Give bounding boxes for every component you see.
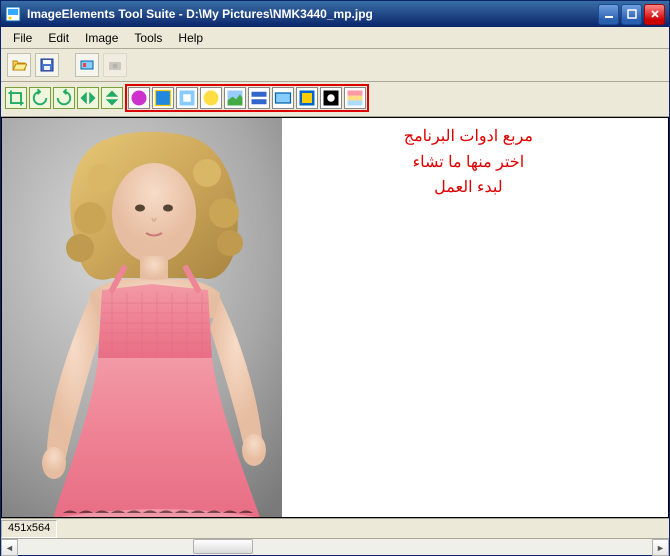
menu-edit[interactable]: Edit (40, 29, 77, 47)
camera-button (103, 53, 127, 77)
menu-image[interactable]: Image (77, 29, 126, 47)
window-controls (598, 4, 665, 25)
menu-help[interactable]: Help (170, 29, 211, 47)
effect-4-button[interactable] (200, 87, 222, 109)
effect-3-button[interactable] (176, 87, 198, 109)
app-icon (5, 6, 21, 22)
save-button[interactable] (35, 53, 59, 77)
scroll-thumb[interactable] (193, 539, 253, 554)
process-button[interactable] (75, 53, 99, 77)
effect-2-button[interactable] (152, 87, 174, 109)
application-window: ImageElements Tool Suite - D:\My Picture… (0, 0, 670, 556)
effect-6-button[interactable] (248, 87, 270, 109)
close-button[interactable] (644, 4, 665, 25)
effect-7-button[interactable] (272, 87, 294, 109)
horizontal-scrollbar[interactable]: ◄ ► (1, 538, 669, 555)
minimize-button[interactable] (598, 4, 619, 25)
menu-file[interactable]: File (5, 29, 40, 47)
menubar: File Edit Image Tools Help (1, 27, 669, 49)
toolbar-separator (63, 53, 71, 77)
rotate-left-button[interactable] (29, 87, 51, 109)
titlebar: ImageElements Tool Suite - D:\My Picture… (1, 1, 669, 27)
scroll-right-button[interactable]: ► (652, 539, 669, 556)
status-dimensions: 451x564 (1, 520, 57, 538)
canvas-area: مربع ادوات البرنامج اختر منها ما تشاء لب… (1, 117, 669, 518)
maximize-button[interactable] (621, 4, 642, 25)
effect-9-button[interactable] (320, 87, 342, 109)
rotate-right-button[interactable] (53, 87, 75, 109)
statusbar: 451x564 (1, 518, 669, 538)
tools-highlight-box (125, 84, 369, 112)
annotation-line-1: مربع ادوات البرنامج (404, 124, 533, 150)
toolbar-secondary (1, 82, 669, 117)
loaded-image (2, 118, 322, 517)
effect-5-button[interactable] (224, 87, 246, 109)
annotation-line-3: لبدء العمل (404, 175, 533, 201)
toolbar-main (1, 49, 669, 82)
annotation-line-2: اختر منها ما تشاء (404, 150, 533, 176)
open-button[interactable] (7, 53, 31, 77)
effect-1-button[interactable] (128, 87, 150, 109)
effect-10-button[interactable] (344, 87, 366, 109)
canvas[interactable]: مربع ادوات البرنامج اختر منها ما تشاء لب… (2, 118, 668, 517)
crop-button[interactable] (5, 87, 27, 109)
menu-tools[interactable]: Tools (126, 29, 170, 47)
flip-vertical-button[interactable] (101, 87, 123, 109)
scroll-left-button[interactable]: ◄ (1, 539, 18, 556)
window-title: ImageElements Tool Suite - D:\My Picture… (27, 7, 598, 21)
effect-8-button[interactable] (296, 87, 318, 109)
scroll-track[interactable] (18, 539, 652, 555)
flip-horizontal-button[interactable] (77, 87, 99, 109)
annotation-text: مربع ادوات البرنامج اختر منها ما تشاء لب… (404, 124, 533, 201)
